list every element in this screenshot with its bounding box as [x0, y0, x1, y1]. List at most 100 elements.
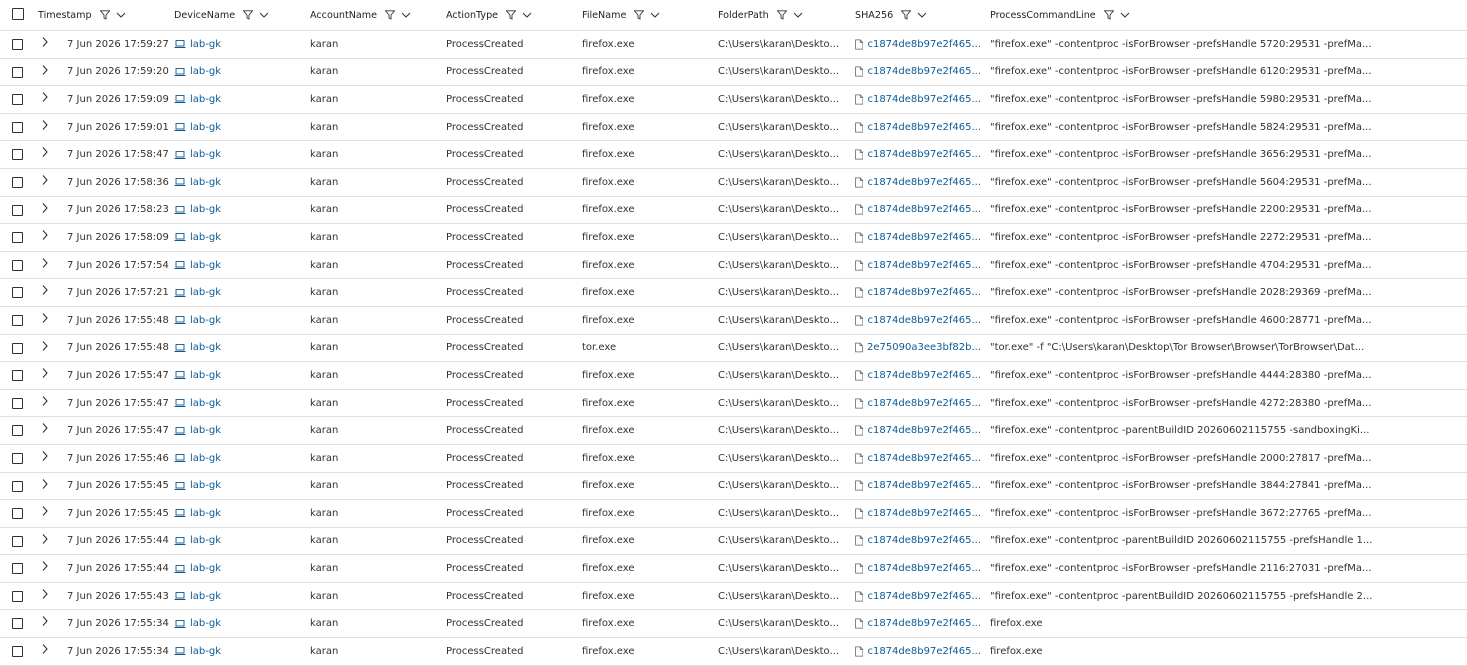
expand-chevron-icon[interactable] — [40, 560, 50, 572]
row-checkbox[interactable] — [12, 39, 23, 50]
header-devicename[interactable]: DeviceName — [174, 0, 306, 30]
cell-devicename[interactable]: lab-gk — [174, 252, 306, 279]
cell-devicename[interactable]: lab-gk — [174, 445, 306, 472]
header-processcommandline[interactable]: ProcessCommandLine — [990, 0, 1400, 30]
cell-sha256[interactable]: c1874de8b97e2f465... — [855, 610, 981, 637]
cell-sha256[interactable]: c1874de8b97e2f465... — [855, 197, 981, 224]
cell-devicename[interactable]: lab-gk — [174, 86, 306, 113]
expand-chevron-icon[interactable] — [40, 533, 50, 545]
filter-icon[interactable] — [1103, 10, 1114, 20]
cell-sha256[interactable]: c1874de8b97e2f465... — [855, 31, 981, 58]
cell-devicename[interactable]: lab-gk — [174, 638, 306, 665]
table-row[interactable]: 7 Jun 2026 17:57:21 lab-gk karan Process… — [0, 279, 1467, 307]
row-checkbox[interactable] — [12, 287, 23, 299]
expand-chevron-icon[interactable] — [40, 615, 50, 627]
row-checkbox[interactable] — [12, 646, 23, 658]
sha-link[interactable]: c1874de8b97e2f465... — [867, 646, 981, 657]
sha-link[interactable]: c1874de8b97e2f465... — [867, 260, 981, 271]
cell-devicename[interactable]: lab-gk — [174, 417, 306, 444]
header-accountname[interactable]: AccountName — [310, 0, 442, 30]
device-link[interactable]: lab-gk — [190, 204, 221, 215]
cell-devicename[interactable]: lab-gk — [174, 31, 306, 58]
device-link[interactable]: lab-gk — [190, 287, 221, 298]
cell-sha256[interactable]: c1874de8b97e2f465... — [855, 473, 981, 500]
device-link[interactable]: lab-gk — [190, 370, 221, 381]
expand-chevron-icon[interactable] — [40, 312, 50, 324]
sha-link[interactable]: 2e75090a3ee3bf82b... — [867, 342, 981, 353]
expand-chevron-icon[interactable] — [40, 257, 50, 269]
chevron-down-icon[interactable] — [259, 10, 269, 20]
table-row[interactable]: 7 Jun 2026 17:55:45 lab-gk karan Process… — [0, 473, 1467, 501]
expand-chevron-icon[interactable] — [40, 202, 50, 214]
row-checkbox[interactable] — [12, 66, 23, 78]
row-checkbox[interactable] — [12, 590, 23, 602]
row-checkbox[interactable] — [12, 149, 23, 161]
table-row[interactable]: 7 Jun 2026 17:59:09 lab-gk karan Process… — [0, 86, 1467, 114]
sha-link[interactable]: c1874de8b97e2f465... — [867, 287, 981, 298]
expand-chevron-icon[interactable] — [40, 146, 50, 158]
cell-sha256[interactable]: c1874de8b97e2f465... — [855, 279, 981, 306]
table-row[interactable]: 7 Jun 2026 17:55:46 lab-gk karan Process… — [0, 445, 1467, 473]
sha-link[interactable]: c1874de8b97e2f465... — [867, 94, 981, 105]
cell-devicename[interactable]: lab-gk — [174, 335, 306, 362]
row-checkbox[interactable] — [12, 259, 23, 271]
sha-link[interactable]: c1874de8b97e2f465... — [867, 232, 981, 243]
table-row[interactable]: 7 Jun 2026 17:55:48 lab-gk karan Process… — [0, 335, 1467, 363]
cell-sha256[interactable]: c1874de8b97e2f465... — [855, 390, 981, 417]
sha-link[interactable]: c1874de8b97e2f465... — [867, 508, 981, 519]
sha-link[interactable]: c1874de8b97e2f465... — [867, 480, 981, 491]
sha-link[interactable]: c1874de8b97e2f465... — [867, 453, 981, 464]
cell-sha256[interactable]: c1874de8b97e2f465... — [855, 114, 981, 141]
expand-chevron-icon[interactable] — [40, 340, 50, 352]
table-row[interactable]: 7 Jun 2026 17:59:01 lab-gk karan Process… — [0, 114, 1467, 142]
cell-sha256[interactable]: c1874de8b97e2f465... — [855, 252, 981, 279]
table-row[interactable]: 7 Jun 2026 17:55:47 lab-gk karan Process… — [0, 417, 1467, 445]
cell-sha256[interactable]: c1874de8b97e2f465... — [855, 528, 981, 555]
cell-sha256[interactable]: c1874de8b97e2f465... — [855, 638, 981, 665]
device-link[interactable]: lab-gk — [190, 315, 221, 326]
sha-link[interactable]: c1874de8b97e2f465... — [867, 315, 981, 326]
cell-devicename[interactable]: lab-gk — [174, 473, 306, 500]
cell-devicename[interactable]: lab-gk — [174, 528, 306, 555]
device-link[interactable]: lab-gk — [190, 66, 221, 77]
device-link[interactable]: lab-gk — [190, 618, 221, 629]
sha-link[interactable]: c1874de8b97e2f465... — [867, 370, 981, 381]
row-checkbox[interactable] — [12, 342, 23, 354]
cell-sha256[interactable]: c1874de8b97e2f465... — [855, 86, 981, 113]
row-checkbox[interactable] — [12, 508, 23, 520]
cell-sha256[interactable]: c1874de8b97e2f465... — [855, 307, 981, 334]
cell-sha256[interactable]: c1874de8b97e2f465... — [855, 169, 981, 196]
cell-devicename[interactable]: lab-gk — [174, 279, 306, 306]
row-checkbox[interactable] — [12, 176, 23, 188]
row-checkbox[interactable] — [12, 563, 23, 575]
device-link[interactable]: lab-gk — [190, 646, 221, 657]
table-row[interactable]: 7 Jun 2026 17:59:20 lab-gk karan Process… — [0, 59, 1467, 87]
row-checkbox[interactable] — [12, 94, 23, 106]
cell-devicename[interactable]: lab-gk — [174, 141, 306, 168]
device-link[interactable]: lab-gk — [190, 591, 221, 602]
row-checkbox[interactable] — [12, 204, 23, 216]
cell-sha256[interactable]: c1874de8b97e2f465... — [855, 224, 981, 251]
cell-sha256[interactable]: c1874de8b97e2f465... — [855, 555, 981, 582]
table-row[interactable]: 7 Jun 2026 17:58:36 lab-gk karan Process… — [0, 169, 1467, 197]
expand-chevron-icon[interactable] — [40, 119, 50, 131]
table-row[interactable]: 7 Jun 2026 17:55:44 lab-gk karan Process… — [0, 555, 1467, 583]
cell-devicename[interactable]: lab-gk — [174, 362, 306, 389]
header-actiontype[interactable]: ActionType — [446, 0, 578, 30]
cell-sha256[interactable]: 2e75090a3ee3bf82b... — [855, 335, 981, 362]
expand-chevron-icon[interactable] — [40, 478, 50, 490]
device-link[interactable]: lab-gk — [190, 480, 221, 491]
cell-devicename[interactable]: lab-gk — [174, 500, 306, 527]
table-row[interactable]: 7 Jun 2026 17:58:09 lab-gk karan Process… — [0, 224, 1467, 252]
filter-icon[interactable] — [99, 10, 110, 20]
cell-sha256[interactable]: c1874de8b97e2f465... — [855, 583, 981, 610]
sha-link[interactable]: c1874de8b97e2f465... — [867, 535, 981, 546]
chevron-down-icon[interactable] — [401, 10, 411, 20]
device-link[interactable]: lab-gk — [190, 232, 221, 243]
cell-devicename[interactable]: lab-gk — [174, 114, 306, 141]
expand-chevron-icon[interactable] — [40, 395, 50, 407]
cell-sha256[interactable]: c1874de8b97e2f465... — [855, 59, 981, 86]
header-timestamp[interactable]: Timestamp — [38, 0, 170, 30]
table-row[interactable]: 7 Jun 2026 17:55:34 lab-gk karan Process… — [0, 610, 1467, 639]
expand-chevron-icon[interactable] — [40, 505, 50, 517]
